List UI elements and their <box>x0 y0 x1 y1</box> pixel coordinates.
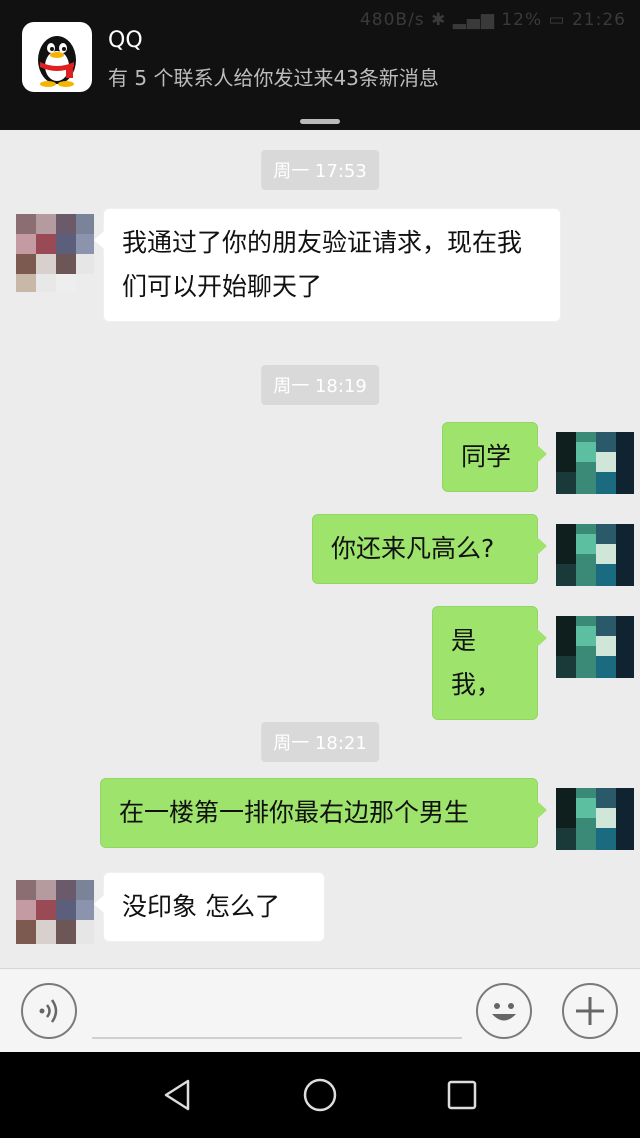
notification-banner[interactable]: 480B/s ✱ ▂▄▆ 12% ▭ 21:26 QQ 有 5 个联系人给你发过… <box>0 0 640 130</box>
outgoing-message[interactable]: 同学 <box>442 422 547 492</box>
timestamp: 周一 18:19 <box>261 365 379 405</box>
timestamp: 周一 17:53 <box>261 150 379 190</box>
recents-icon <box>447 1080 477 1110</box>
chat-input-bar <box>0 968 640 1053</box>
my-avatar[interactable] <box>556 788 634 866</box>
outgoing-message[interactable]: 是我， <box>432 606 547 720</box>
incoming-message[interactable]: 我通过了你的朋友验证请求，现在我们可以开始聊天了 <box>94 208 561 322</box>
voice-button[interactable] <box>21 983 77 1039</box>
my-avatar[interactable] <box>556 432 634 510</box>
home-button[interactable] <box>300 1075 340 1115</box>
outgoing-message[interactable]: 在一楼第一排你最右边那个男生 <box>100 778 547 848</box>
incoming-message[interactable]: 没印象 怎么了 <box>94 872 325 942</box>
more-button[interactable] <box>562 983 618 1039</box>
notification-message: 有 5 个联系人给你发过来43条新消息 <box>108 66 439 90</box>
timestamp: 周一 18:21 <box>261 722 379 762</box>
my-avatar[interactable] <box>556 524 634 602</box>
qq-app-icon <box>22 22 92 92</box>
recents-button[interactable] <box>442 1075 482 1115</box>
contact-avatar[interactable] <box>16 214 94 292</box>
emoji-button[interactable] <box>476 983 532 1039</box>
contact-avatar[interactable] <box>16 880 94 958</box>
notification-drag-handle[interactable] <box>300 119 340 124</box>
voice-icon <box>39 999 58 1023</box>
emoji-icon <box>492 1003 516 1021</box>
outgoing-message[interactable]: 你还来凡高么? <box>312 514 547 584</box>
back-icon <box>164 1079 190 1111</box>
my-avatar[interactable] <box>556 616 634 694</box>
notification-title: QQ <box>108 28 143 53</box>
back-button[interactable] <box>158 1075 198 1115</box>
status-bar-text: 480B/s ✱ ▂▄▆ 12% ▭ 21:26 <box>359 10 626 30</box>
system-navigation-bar <box>0 1052 640 1138</box>
message-input[interactable] <box>92 985 462 1039</box>
plus-icon <box>576 997 604 1025</box>
home-icon <box>303 1078 337 1112</box>
